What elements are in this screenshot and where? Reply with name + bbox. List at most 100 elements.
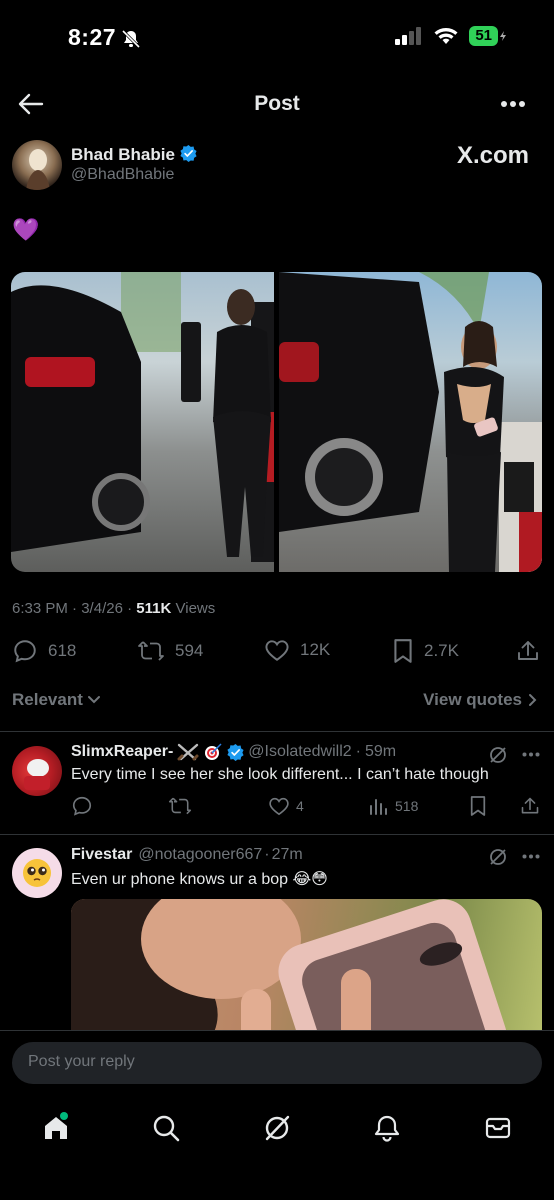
reply-text: Every time I see her she look different.… [71,766,489,783]
reply-avatar[interactable] [12,848,62,898]
status-bar: 8:27 51 [0,0,554,70]
reply-repost-action[interactable] [168,795,192,817]
post-photo-1[interactable] [11,272,274,572]
post-meta: 6:33 PM · 3/4/26 · 511K Views [12,600,216,617]
view-quotes-link[interactable]: View quotes [423,690,538,710]
heart-icon [265,640,289,661]
mail-icon [485,1117,511,1139]
source-label[interactable]: X.com [457,142,529,170]
chevron-right-icon [529,694,537,706]
reply-time: 27m [271,846,303,863]
reply-views-action[interactable]: 518 [369,796,418,816]
wifi-icon [434,28,458,44]
reply-action[interactable]: 618 [12,638,76,664]
bookmark-action[interactable]: 2.7K [392,638,459,664]
tab-messages[interactable] [478,1108,518,1148]
reply-more-icon[interactable] [522,752,540,757]
page-title: Post [254,92,300,115]
grok-icon[interactable] [488,745,508,765]
reply-view-count: 518 [395,798,419,814]
reply-author-name[interactable]: SlimxReaper- [71,743,173,761]
search-icon [153,1115,180,1142]
reply-icon [14,640,36,663]
reply-author-handle[interactable]: @notagooner667 [138,846,262,864]
swords-emoji-icon [177,743,199,761]
author-name-row[interactable]: Bhad Bhabie [71,145,197,165]
author-avatar[interactable] [12,140,62,190]
tab-grok[interactable] [257,1108,297,1148]
tab-home[interactable] [36,1108,76,1148]
status-time: 8:27 [68,24,117,50]
bell-slash-icon [121,29,141,49]
avatar-image [26,149,50,190]
post-time: 6:33 PM [12,600,68,617]
status-indicators: 51 [395,26,506,46]
reply-item[interactable]: Fivestar @notagooner667 · 27m Even ur ph… [0,835,554,1031]
more-options-icon[interactable] [500,100,526,108]
tab-notifications[interactable] [367,1108,407,1148]
verified-badge-icon [227,743,244,761]
reply-input[interactable]: Post your reply [12,1042,542,1084]
reply-item[interactable]: SlimxReaper- @Isolatedwill2 · 59m Every … [0,732,554,834]
reply-text: Even ur phone knows ur a bop 😂😳 [71,871,328,888]
like-action[interactable]: 12K [264,638,330,662]
heart-icon [269,797,289,816]
like-count: 12K [300,640,331,659]
target-emoji-icon [205,743,222,760]
repost-count: 594 [175,641,204,660]
reply-reply-action[interactable] [71,795,93,817]
views-count: 511K [136,600,172,617]
reply-time: 59m [365,743,397,760]
bookmark-icon [470,796,486,816]
post-media[interactable] [11,272,542,572]
reply-header: Fivestar @notagooner667 · 27m [71,846,303,864]
analytics-icon [370,799,387,815]
grok-icon [265,1115,290,1141]
photo-1-image [11,272,274,562]
reply-count: 618 [48,641,77,660]
repost-action[interactable]: 594 [137,638,203,664]
views-label: Views [175,600,216,617]
bookmark-icon [394,639,412,663]
reply-more-icon[interactable] [522,854,540,859]
reply-dot: · [355,743,361,760]
reply-input-placeholder: Post your reply [28,1053,135,1070]
reply-avatar-image [24,759,50,790]
share-action[interactable] [516,638,540,664]
sort-replies-dropdown[interactable]: Relevant [12,690,101,710]
reply-author-name[interactable]: Fivestar [71,846,132,864]
repost-icon [138,641,164,661]
post-actions: 618 594 12K 2.7K [12,638,542,668]
bottom-tab-bar [0,1100,554,1200]
sort-label: Relevant [12,690,83,709]
share-icon [521,797,539,814]
view-quotes-label: View quotes [423,690,522,709]
chevron-down-icon [87,696,100,704]
reply-icon [72,796,92,816]
tab-search[interactable] [146,1108,186,1148]
post-photo-2[interactable] [279,272,542,572]
reply-media[interactable] [71,899,542,1031]
reply-author-handle[interactable]: @Isolatedwill2 [248,743,351,761]
share-icon [518,641,538,660]
battery-level: 51 [469,26,498,46]
post-text: 💜 [12,217,40,242]
reply-avatar[interactable] [12,746,62,796]
reply-share-action[interactable] [520,795,540,817]
reply-header: SlimxReaper- @Isolatedwill2 · 59m [71,743,396,761]
repost-icon [168,797,192,815]
verified-badge-icon [180,145,197,162]
bell-icon [374,1115,400,1142]
reply-dot: · [264,846,270,863]
author-name[interactable]: Bhad Bhabie [71,145,175,164]
charging-icon [500,31,506,41]
reply-bookmark-action[interactable] [469,795,487,817]
cellular-signal-icon [395,27,422,45]
post-date: 3/4/26 [81,600,123,617]
grok-icon[interactable] [488,847,508,867]
author-handle[interactable]: @BhadBhabie [71,166,174,184]
bookmark-count: 2.7K [424,641,459,660]
reply-like-action[interactable]: 4 [268,796,304,816]
pleading-face-icon [23,859,51,887]
photo-2-image [279,272,542,572]
